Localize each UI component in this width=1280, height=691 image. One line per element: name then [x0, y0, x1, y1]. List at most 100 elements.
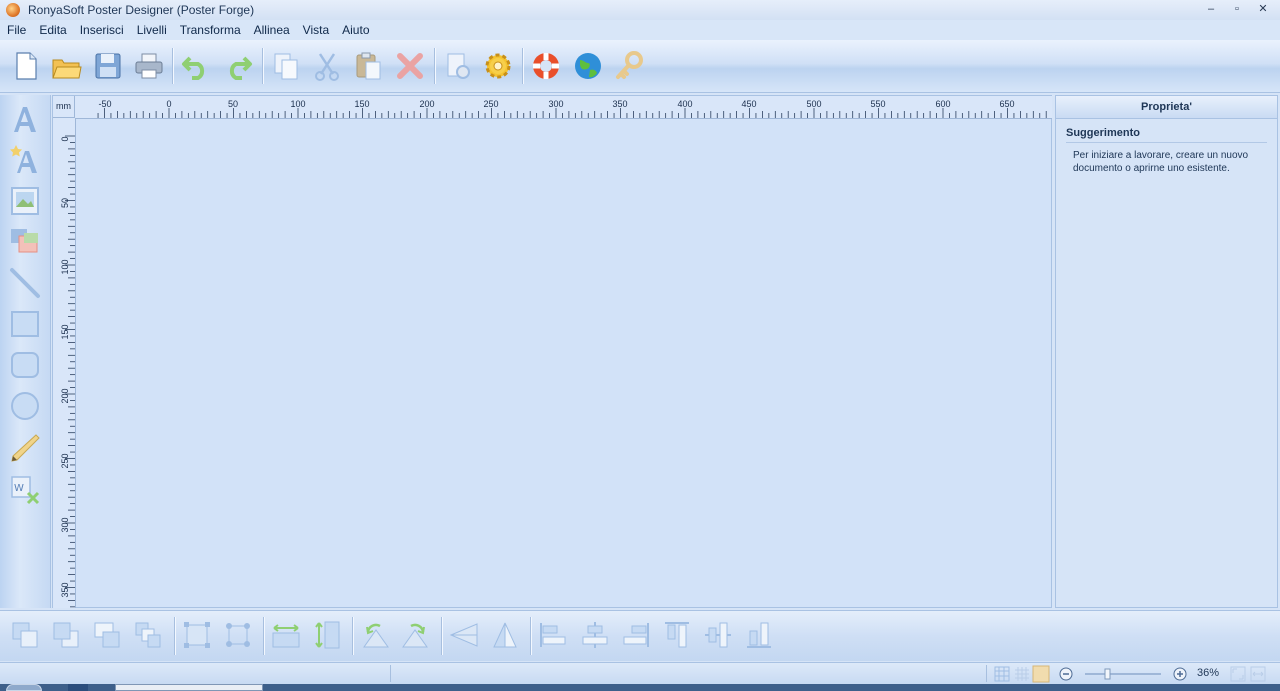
toolbar-separator [522, 48, 523, 84]
fit-width-icon[interactable] [1250, 666, 1266, 682]
taskbar-icon[interactable] [68, 684, 88, 691]
key-icon[interactable] [613, 50, 645, 82]
properties-panel: Proprieta' Suggerimento Per iniziare a l… [1055, 95, 1278, 608]
settings-gear-icon[interactable] [482, 50, 514, 82]
properties-hint-text: Per iniziare a lavorare, creare un nuovo… [1073, 150, 1249, 174]
ruler-horizontal: -50 0 50 100 150 200 250 300 350 400 450… [75, 96, 1052, 119]
rounded-rectangle-tool-icon[interactable] [8, 348, 42, 382]
zoom-in-icon[interactable] [1173, 667, 1187, 681]
grid-view-icon[interactable] [994, 666, 1010, 682]
pencil-tool-icon[interactable] [8, 431, 42, 465]
menu-edit[interactable]: Edita [39, 23, 66, 37]
align-center-icon[interactable] [580, 620, 610, 650]
toolbar-separator [352, 617, 353, 655]
left-tools-panel: W [0, 95, 51, 608]
ruler-vertical: 0 50 100 150 200 250 300 350 [53, 118, 76, 608]
ellipse-tool-icon[interactable] [8, 389, 42, 423]
status-bar: 36% [0, 662, 1280, 685]
properties-title: Proprieta' [1056, 96, 1277, 119]
new-document-icon[interactable] [10, 50, 42, 82]
taskbar-active-window[interactable] [115, 684, 263, 691]
start-button[interactable] [6, 684, 42, 691]
menu-layers[interactable]: Livelli [137, 23, 167, 37]
zoom-out-icon[interactable] [1059, 667, 1073, 681]
toolbar-separator [530, 617, 531, 655]
close-button[interactable]: ✕ [1254, 1, 1272, 17]
save-icon[interactable] [92, 50, 124, 82]
art-text-tool-icon[interactable] [8, 143, 42, 177]
page-background-icon[interactable] [1032, 665, 1050, 683]
ruler-label: 350 [612, 99, 628, 109]
status-cell [392, 665, 987, 682]
ruler-unit-label: mm [56, 101, 71, 111]
canvas-area[interactable]: -50 0 50 100 150 200 250 300 350 400 450… [52, 95, 1052, 608]
web-globe-icon[interactable] [572, 50, 604, 82]
arrange-toolbar [0, 610, 1280, 661]
send-to-back-icon[interactable] [51, 620, 81, 650]
minimize-button[interactable]: – [1202, 1, 1220, 17]
rotate-right-icon[interactable] [401, 620, 431, 650]
menu-transform[interactable]: Transforma [180, 23, 241, 37]
main-toolbar [0, 40, 1280, 93]
help-lifebuoy-icon[interactable] [530, 50, 562, 82]
ruler-label: 100 [290, 99, 306, 109]
same-width-icon[interactable] [271, 620, 301, 650]
zoom-slider[interactable] [1083, 667, 1163, 681]
redo-icon[interactable] [222, 50, 254, 82]
ruler-label: 550 [870, 99, 886, 109]
rectangle-tool-icon[interactable] [8, 307, 42, 341]
open-folder-icon[interactable] [50, 50, 82, 82]
image-tool-icon[interactable] [8, 184, 42, 218]
ruler-label: 650 [999, 99, 1015, 109]
paste-icon[interactable] [352, 50, 384, 82]
status-cell [0, 665, 391, 682]
window-controls: – ▫ ✕ [1202, 1, 1272, 17]
cut-icon[interactable] [311, 50, 343, 82]
menu-help[interactable]: Aiuto [342, 23, 369, 37]
toolbar-separator [262, 48, 263, 84]
properties-section-title: Suggerimento [1066, 127, 1267, 143]
text-tool-icon[interactable] [8, 103, 42, 137]
align-middle-icon[interactable] [703, 620, 733, 650]
flip-horizontal-icon[interactable] [449, 620, 479, 650]
align-top-icon[interactable] [662, 620, 692, 650]
ruler-label: 150 [60, 324, 70, 340]
align-right-icon[interactable] [621, 620, 651, 650]
group-icon[interactable] [182, 620, 212, 650]
word-object-tool-icon[interactable]: W [8, 473, 42, 507]
ruler-label: 400 [677, 99, 693, 109]
zoom-level: 36% [1197, 667, 1220, 679]
menu-insert[interactable]: Inserisci [80, 23, 124, 37]
send-backward-icon[interactable] [133, 620, 163, 650]
bring-to-front-icon[interactable] [10, 620, 40, 650]
delete-icon[interactable] [394, 50, 426, 82]
toolbar-separator [441, 617, 442, 655]
fit-page-icon[interactable] [1230, 666, 1246, 682]
ruler-label: 200 [419, 99, 435, 109]
bring-forward-icon[interactable] [92, 620, 122, 650]
ruler-label: 250 [60, 453, 70, 469]
snap-grid-icon[interactable] [1014, 666, 1030, 682]
ruler-label: 0 [60, 136, 70, 142]
restore-button[interactable]: ▫ [1228, 1, 1246, 17]
ungroup-icon[interactable] [223, 620, 253, 650]
print-icon[interactable] [133, 50, 165, 82]
window-title: RonyaSoft Poster Designer (Poster Forge) [28, 3, 255, 17]
same-height-icon[interactable] [312, 620, 342, 650]
menu-view[interactable]: Vista [303, 23, 329, 37]
ruler-label: 500 [806, 99, 822, 109]
clipart-tool-icon[interactable] [8, 225, 42, 259]
menu-align[interactable]: Allinea [254, 23, 290, 37]
line-tool-icon[interactable] [8, 266, 42, 300]
menu-file[interactable]: File [7, 23, 26, 37]
flip-vertical-icon[interactable] [490, 620, 520, 650]
align-bottom-icon[interactable] [744, 620, 774, 650]
ruler-label: 50 [227, 99, 239, 109]
page-settings-icon[interactable] [442, 50, 474, 82]
rotate-left-icon[interactable] [360, 620, 390, 650]
align-left-icon[interactable] [538, 620, 568, 650]
svg-text:W: W [14, 483, 24, 494]
toolbar-separator [263, 617, 264, 655]
undo-icon[interactable] [180, 50, 212, 82]
copy-icon[interactable] [270, 50, 302, 82]
